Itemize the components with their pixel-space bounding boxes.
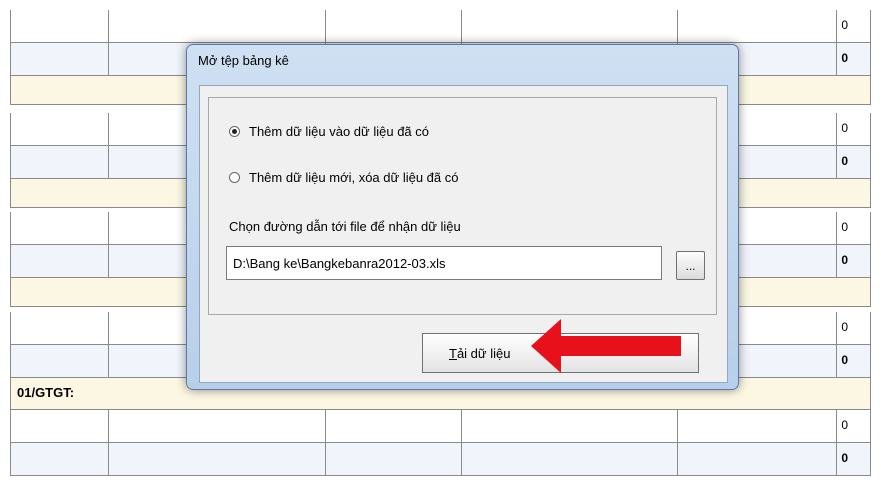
cell-total-value: 0 [841,451,848,465]
cell-value: 0 [841,121,848,135]
cell-total-value: 0 [841,154,848,168]
radio-checked-icon[interactable] [229,126,240,137]
cell-value: 0 [841,418,848,432]
file-path-input[interactable] [226,246,662,280]
table-row: 0 [10,443,871,476]
replace-data-radio[interactable]: Thêm dữ liệu mới, xóa dữ liệu đã có [229,170,458,185]
radio-unchecked-icon[interactable] [229,172,240,183]
section-label: 01/GTGT: [17,385,75,400]
red-arrow-icon [531,319,681,373]
cell-total-value: 0 [841,51,848,65]
append-data-radio[interactable]: Thêm dữ liệu vào dữ liệu đã có [229,124,429,139]
cell-value: 0 [841,320,848,334]
append-data-label: Thêm dữ liệu vào dữ liệu đã có [249,124,430,139]
cell-value: 0 [841,18,848,32]
table-row: 0 [10,10,871,43]
cell-total-value: 0 [841,353,848,367]
replace-data-label: Thêm dữ liệu mới, xóa dữ liệu đã có [249,170,459,185]
load-button-accelerator: T [449,345,457,361]
table-row: 0 [10,410,871,443]
import-options-group: Thêm dữ liệu vào dữ liệu đã có Thêm dữ l… [208,97,717,315]
browse-button[interactable]: ... [676,251,705,280]
cell-total-value: 0 [841,253,848,267]
dialog-title: Mở tệp bảng kê [198,53,289,68]
load-button-label: ải dữ liệu [456,345,511,361]
cell-value: 0 [841,220,848,234]
file-path-label: Chọn đường dẫn tới file để nhận dữ liệu [229,219,461,234]
arrow-shape [531,319,681,373]
